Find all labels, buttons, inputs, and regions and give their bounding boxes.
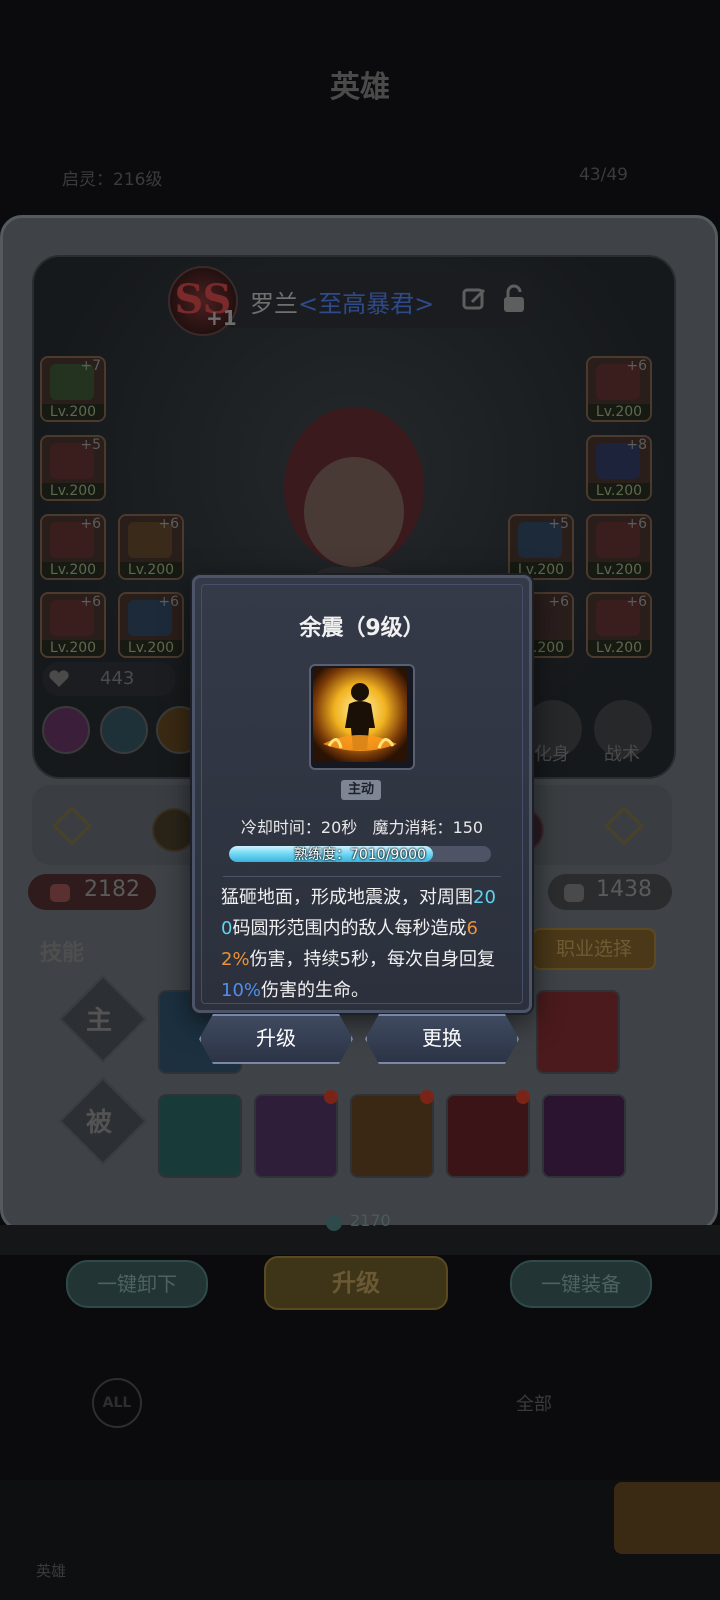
desc-text: 伤害的生命。 — [261, 980, 370, 1001]
proficiency-label: 熟练度： — [294, 847, 350, 863]
skill-icon-frame — [309, 664, 415, 770]
skill-description: 猛砸地面，形成地震波，对周围200码圆形范围内的敌人每秒造成62%伤害，持续5秒… — [221, 882, 503, 1006]
skill-detail-popup: 余震（9级） 主动 冷却时间：20秒 魔力消耗：150 熟练度：7010/900… — [192, 575, 532, 1013]
desc-text: 猛砸地面，形成地震波，对周围 — [221, 887, 473, 908]
skill-upgrade-button[interactable]: 升级 — [199, 1014, 353, 1064]
proficiency-value: 7010/9000 — [350, 847, 426, 863]
cooldown-value: 20秒 — [320, 818, 358, 837]
proficiency-text: 熟练度：7010/9000 — [229, 844, 491, 864]
skill-replace-button[interactable]: 更换 — [365, 1014, 519, 1064]
desc-text: 伤害，持续5秒，每次自身回复 — [249, 949, 496, 970]
desc-text: 码圆形范围内的敌人每秒造成 — [232, 918, 467, 939]
popup-divider — [223, 876, 501, 877]
active-type-tag: 主动 — [341, 780, 381, 800]
mana-value: 150 — [452, 818, 484, 837]
cooldown-label: 冷却时间： — [240, 818, 321, 837]
aftershock-skill-icon — [313, 668, 407, 762]
skill-title: 余震（9级） — [299, 616, 425, 641]
cooldown-mana-line: 冷却时间：20秒 魔力消耗：150 — [195, 814, 529, 838]
desc-heal-value: 10% — [221, 980, 262, 1001]
mana-label: 魔力消耗： — [372, 818, 453, 837]
